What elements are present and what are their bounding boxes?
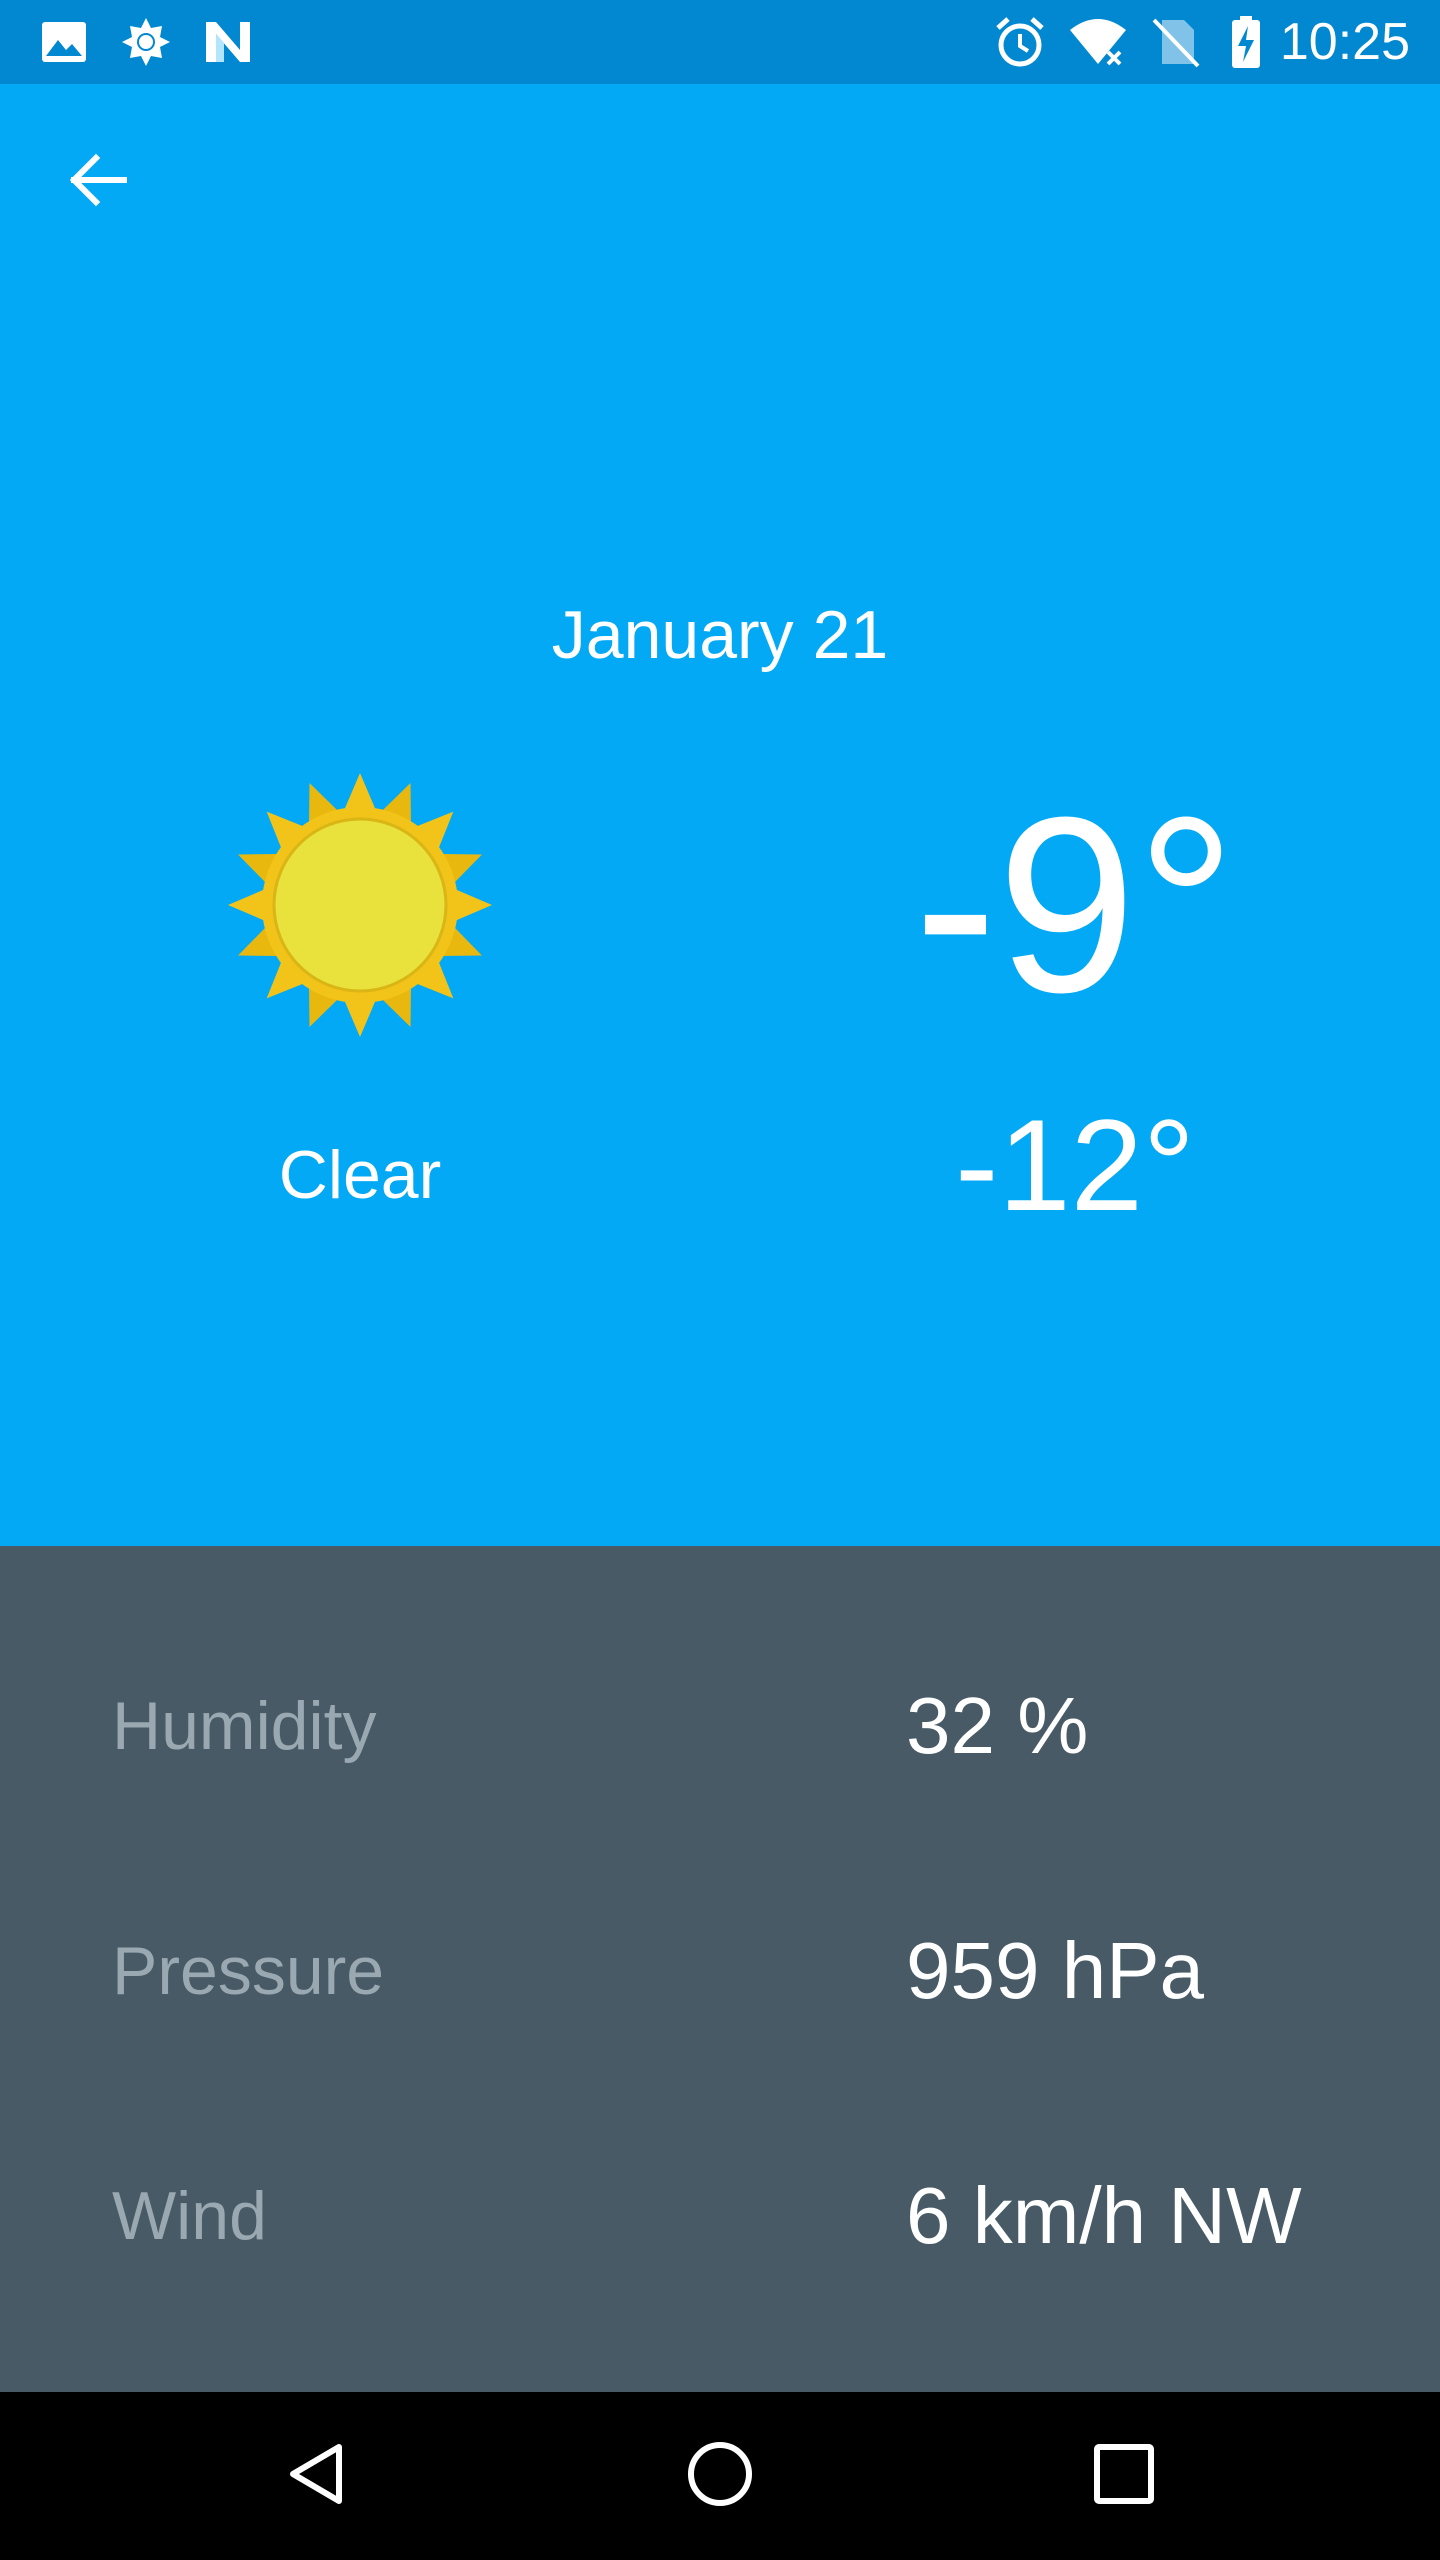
back-button[interactable] xyxy=(52,136,144,228)
status-time: 10:25 xyxy=(1279,13,1410,71)
weather-condition: Clear xyxy=(278,1137,442,1213)
n-logo-icon xyxy=(200,14,256,70)
status-bar: 10:25 xyxy=(0,0,1440,84)
brightness-icon xyxy=(118,14,174,70)
battery-charging-icon xyxy=(1218,14,1274,70)
high-temperature: -9° xyxy=(913,765,1237,1044)
details-panel: Humidity 32 % Pressure 959 hPa Wind 6 km… xyxy=(0,1546,1440,2392)
sun-ray xyxy=(344,773,376,811)
navigation-bar xyxy=(0,2392,1440,2560)
sun-ray xyxy=(454,889,492,921)
sun-ray xyxy=(344,999,376,1037)
forecast-date: January 21 xyxy=(551,597,889,673)
image-icon xyxy=(36,14,92,70)
nav-recents-button[interactable] xyxy=(1074,2426,1174,2526)
humidity-label: Humidity xyxy=(112,1688,377,1764)
sun-ray xyxy=(228,889,266,921)
humidity-value: 32 % xyxy=(906,1681,1089,1770)
low-temperature: -12° xyxy=(955,1092,1195,1238)
detail-row-pressure: Pressure 959 hPa xyxy=(0,1911,1440,2031)
back-arrow-icon xyxy=(66,148,130,217)
wind-label: Wind xyxy=(112,2178,267,2254)
nav-back-icon xyxy=(281,2439,351,2514)
pressure-value: 959 hPa xyxy=(906,1926,1205,2015)
sun-icon xyxy=(225,770,495,1040)
weather-detail-screen: 10:25 January 21 Clear -9° -12° Humidity… xyxy=(0,0,1440,2560)
nav-home-icon xyxy=(685,2439,755,2514)
nav-back-button[interactable] xyxy=(266,2426,366,2526)
detail-row-humidity: Humidity 32 % xyxy=(0,1666,1440,1786)
nav-home-button[interactable] xyxy=(670,2426,770,2526)
alarm-icon xyxy=(992,14,1048,70)
wifi-icon xyxy=(1068,14,1126,70)
no-sim-icon xyxy=(1148,14,1204,70)
wind-value: 6 km/h NW xyxy=(906,2171,1302,2260)
pressure-label: Pressure xyxy=(112,1933,385,2009)
nav-recents-icon xyxy=(1089,2439,1159,2514)
detail-row-wind: Wind 6 km/h NW xyxy=(0,2156,1440,2276)
